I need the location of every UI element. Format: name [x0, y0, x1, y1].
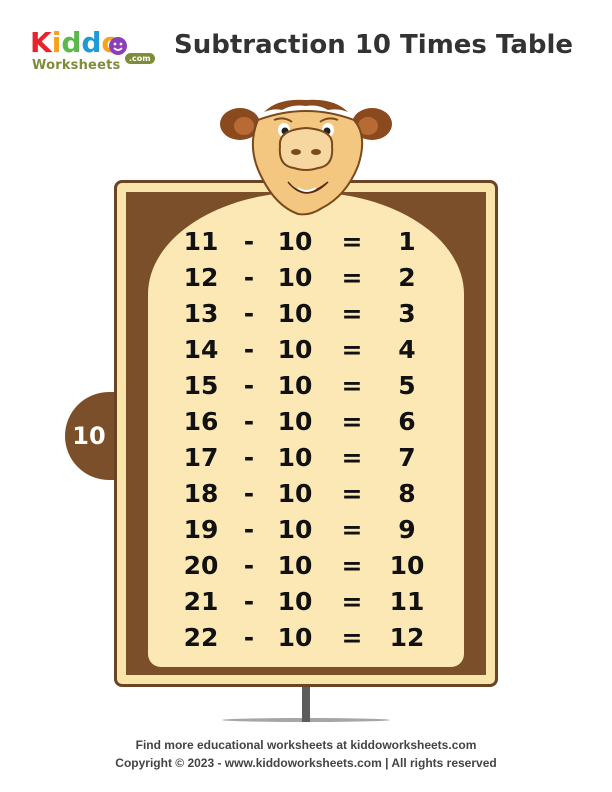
logo-brand-text: Kiddo — [30, 28, 121, 58]
result-value: 7 — [398, 443, 416, 472]
minuend-value: 21 — [183, 587, 219, 616]
minuend-value: 18 — [183, 479, 219, 508]
footer-line-2: Copyright © 2023 - www.kiddoworksheets.c… — [115, 756, 497, 770]
table-row: 14-10 = 4 — [0, 332, 612, 368]
minus-sign: - — [243, 407, 255, 436]
logo-letter: d — [81, 26, 102, 59]
equals-sign: = — [341, 551, 363, 580]
equals-sign: = — [341, 263, 363, 292]
equals-sign: = — [341, 479, 363, 508]
page-title: Subtraction 10 Times Table — [174, 30, 574, 60]
subtrahend-value: 10 — [277, 587, 313, 616]
subtrahend-value: 10 — [277, 515, 313, 544]
subtrahend-value: 10 — [277, 335, 313, 364]
minus-sign: - — [243, 371, 255, 400]
equals-sign: = — [341, 407, 363, 436]
table-row: 19-10 = 9 — [0, 512, 612, 548]
result-value: 8 — [398, 479, 416, 508]
minus-sign: - — [243, 335, 255, 364]
minuend-value: 15 — [183, 371, 219, 400]
subtrahend-value: 10 — [277, 443, 313, 472]
equals-sign: = — [341, 299, 363, 328]
logo-letter: i — [51, 26, 62, 59]
table-row: 20-10 = 10 — [0, 548, 612, 584]
logo-subtitle: Worksheets — [32, 58, 121, 73]
smiley-icon — [109, 37, 127, 55]
logo-domain-badge: .com — [125, 53, 155, 64]
table-row: 11-10 = 1 — [0, 224, 612, 260]
minus-sign: - — [243, 623, 255, 652]
minuend-value: 20 — [183, 551, 219, 580]
equals-sign: = — [341, 623, 363, 652]
result-value: 2 — [398, 263, 416, 292]
table-row: 18-10 = 8 — [0, 476, 612, 512]
footer-line-1: Find more educational worksheets at kidd… — [135, 738, 477, 752]
result-value: 6 — [398, 407, 416, 436]
subtrahend-value: 10 — [277, 371, 313, 400]
minuend-value: 22 — [183, 623, 219, 652]
equals-sign: = — [341, 515, 363, 544]
table-row: 22-10 = 12 — [0, 620, 612, 656]
minus-sign: - — [243, 263, 255, 292]
subtrahend-value: 10 — [277, 263, 313, 292]
table-row: 17-10 = 7 — [0, 440, 612, 476]
subtrahend-value: 10 — [277, 623, 313, 652]
table-row: 21-10 = 11 — [0, 584, 612, 620]
camel-head-illustration — [220, 99, 392, 216]
minus-sign: - — [243, 227, 255, 256]
subtrahend-value: 10 — [277, 407, 313, 436]
minus-sign: - — [243, 479, 255, 508]
logo-letter: d — [61, 26, 82, 59]
logo-letter: K — [30, 26, 52, 59]
equals-sign: = — [341, 335, 363, 364]
minuend-value: 13 — [183, 299, 219, 328]
minuend-value: 16 — [183, 407, 219, 436]
equals-sign: = — [341, 371, 363, 400]
equals-sign: = — [341, 587, 363, 616]
minus-sign: - — [243, 515, 255, 544]
minuend-value: 14 — [183, 335, 219, 364]
result-value: 11 — [389, 587, 425, 616]
result-value: 5 — [398, 371, 416, 400]
equals-sign: = — [341, 443, 363, 472]
table-row: 12-10 = 2 — [0, 260, 612, 296]
minus-sign: - — [243, 587, 255, 616]
minus-sign: - — [243, 551, 255, 580]
minuend-value: 12 — [183, 263, 219, 292]
result-value: 9 — [398, 515, 416, 544]
result-value: 12 — [389, 623, 425, 652]
subtrahend-value: 10 — [277, 479, 313, 508]
result-value: 3 — [398, 299, 416, 328]
result-value: 4 — [398, 335, 416, 364]
result-value: 1 — [398, 227, 416, 256]
minus-sign: - — [243, 443, 255, 472]
minuend-value: 11 — [183, 227, 219, 256]
subtrahend-value: 10 — [277, 227, 313, 256]
table-row: 15-10 = 5 — [0, 368, 612, 404]
kiddo-worksheets-logo: Kiddo Worksheets .com — [30, 28, 160, 76]
table-row: 16-10 = 6 — [0, 404, 612, 440]
subtrahend-value: 10 — [277, 299, 313, 328]
table-row: 13-10 = 3 — [0, 296, 612, 332]
subtrahend-value: 10 — [277, 551, 313, 580]
minuend-value: 17 — [183, 443, 219, 472]
equals-sign: = — [341, 227, 363, 256]
minuend-value: 19 — [183, 515, 219, 544]
minus-sign: - — [243, 299, 255, 328]
result-value: 10 — [389, 551, 425, 580]
